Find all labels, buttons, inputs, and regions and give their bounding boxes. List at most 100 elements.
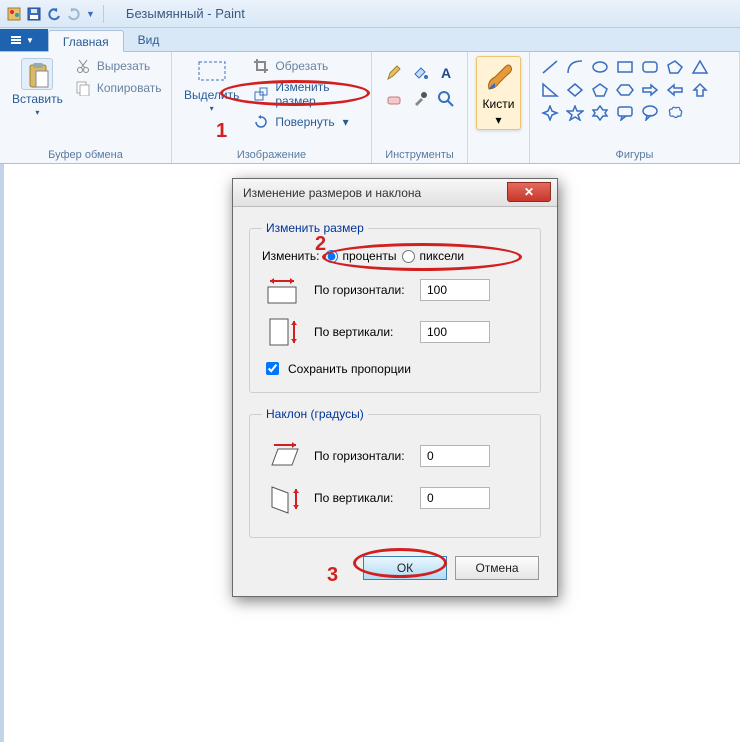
zoom-tool[interactable] [435,88,457,110]
group-image: Выделить ▾ Обрезать Изменить размер [172,52,372,163]
shape-callout-rect[interactable] [615,104,635,122]
paste-button[interactable]: Вставить ▾ [8,56,67,119]
brushes-button[interactable]: Кисти ▾ [476,56,521,130]
vert-label: По вертикали: [314,325,410,339]
skew-horiz-input[interactable] [420,445,490,467]
redo-icon[interactable] [66,6,82,22]
rotate-label: Повернуть [275,115,334,129]
crop-button[interactable]: Обрезать [249,56,363,76]
resize-icon [253,86,269,102]
cancel-button[interactable]: Отмена [455,556,539,580]
skew-horiz-label: По горизонтали: [314,449,410,463]
resize-legend: Изменить размер [262,221,368,235]
shape-rect[interactable] [615,58,635,76]
shape-star5[interactable] [565,104,585,122]
resize-dialog: Изменение размеров и наклона ✕ Изменить … [232,178,558,597]
file-tab[interactable]: ▼ [0,29,48,51]
copy-button[interactable]: Копировать [71,78,166,98]
svg-text:A: A [441,65,451,81]
resize-fieldset: Изменить размер Изменить: проценты пиксе… [249,221,541,393]
skew-vert-input[interactable] [420,487,490,509]
resize-by-label: Изменить: [262,249,319,263]
dialog-title: Изменение размеров и наклона [243,186,421,200]
shape-arrow-left[interactable] [665,81,685,99]
tab-home[interactable]: Главная [48,30,124,52]
rotate-button[interactable]: Повернуть ▾ [249,112,363,132]
shape-hexagon[interactable] [615,81,635,99]
skew-vert-label: По вертикали: [314,491,410,505]
shape-callout-cloud[interactable] [665,104,685,122]
horiz-input[interactable] [420,279,490,301]
file-menu-icon [10,34,22,46]
close-button[interactable]: ✕ [507,182,551,202]
group-image-label: Изображение [180,147,363,161]
app-icon [6,6,22,22]
annotation-number-3: 3 [327,564,338,587]
pencil-tool[interactable] [383,62,405,84]
qat-dropdown-icon[interactable]: ▼ [86,9,95,19]
shape-star6[interactable] [590,104,610,122]
skew-legend: Наклон (градусы) [262,407,368,421]
ok-button[interactable]: ОК [363,556,447,580]
title-bar: ▼ Безымянный - Paint [0,0,740,28]
radio-pixels-input[interactable] [402,250,415,263]
shape-diamond[interactable] [565,81,585,99]
resize-label: Изменить размер [275,80,359,108]
radio-percent-input[interactable] [325,250,338,263]
keep-aspect-label: Сохранить пропорции [288,362,411,376]
fill-tool[interactable] [409,62,431,84]
shape-arrow-up[interactable] [690,81,710,99]
brush-icon [481,59,517,95]
quick-access-toolbar: ▼ [6,6,95,22]
select-button[interactable]: Выделить ▾ [180,56,243,115]
undo-icon[interactable] [46,6,62,22]
horiz-resize-icon [262,273,304,307]
group-shapes: Фигуры [530,52,740,163]
eraser-tool[interactable] [383,88,405,110]
radio-percent-label: проценты [342,249,396,263]
cancel-label: Отмена [475,561,518,575]
cut-button[interactable]: Вырезать [71,56,166,76]
group-tools-label: Инструменты [380,147,459,161]
group-clipboard: Вставить ▾ Вырезать Копировать Буфер [0,52,172,163]
keep-aspect-checkbox[interactable] [266,362,279,375]
window-title: Безымянный - Paint [126,6,245,21]
resize-button[interactable]: Изменить размер [249,78,363,110]
radio-percent[interactable]: проценты [325,249,396,263]
vert-resize-icon [262,315,304,349]
shape-callout-oval[interactable] [640,104,660,122]
shape-roundrect[interactable] [640,58,660,76]
skew-vert-icon [262,481,304,515]
select-label: Выделить [184,88,239,102]
copy-icon [75,80,91,96]
select-icon [195,58,229,86]
rotate-icon [253,114,269,130]
shape-curve[interactable] [565,58,585,76]
shape-arrow-right[interactable] [640,81,660,99]
save-icon[interactable] [26,6,42,22]
shape-star4[interactable] [540,104,560,122]
shapes-gallery[interactable] [538,56,731,126]
crop-icon [253,58,269,74]
copy-label: Копировать [97,81,162,95]
cut-label: Вырезать [97,59,150,73]
ok-label: ОК [397,561,413,575]
dialog-titlebar[interactable]: Изменение размеров и наклона ✕ [233,179,557,207]
picker-tool[interactable] [409,88,431,110]
group-brushes: Кисти ▾ [468,52,530,163]
shape-pentagon[interactable] [590,81,610,99]
shape-oval[interactable] [590,58,610,76]
close-icon: ✕ [524,185,534,199]
radio-pixels-label: пиксели [419,249,464,263]
text-tool[interactable]: A [435,62,457,84]
tab-view[interactable]: Вид [124,29,174,51]
shape-triangle[interactable] [690,58,710,76]
radio-pixels[interactable]: пиксели [402,249,464,263]
scissors-icon [75,58,91,74]
shape-polygon[interactable] [665,58,685,76]
vert-input[interactable] [420,321,490,343]
skew-horiz-icon [262,439,304,473]
paste-label: Вставить [12,92,63,106]
shape-line[interactable] [540,58,560,76]
shape-right-triangle[interactable] [540,81,560,99]
